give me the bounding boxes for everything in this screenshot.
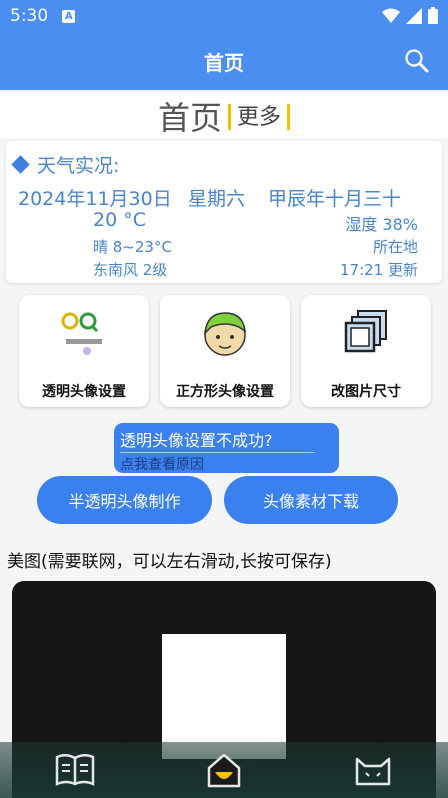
app-bar: 首页 [0,32,448,90]
nav-home[interactable] [202,750,246,790]
help-link[interactable]: 点我查看原因 [120,454,333,474]
qq-transparent-avatar-icon [54,307,114,359]
transparent-avatar-label: 透明头像设置 [42,384,126,400]
search-icon [405,49,429,73]
translucent-avatar-button[interactable]: 半透明头像制作 [37,476,212,524]
resize-image-card[interactable]: 改图片尺寸 [301,295,431,407]
weather-lunar-date: 甲辰年十月三十 [268,188,402,210]
weather-card: 天气实况: 2024年11月30日 星期六 甲辰年十月三十 20 °C 湿度 3… [6,141,442,283]
home-icon [207,753,241,788]
help-divider [120,452,315,453]
square-avatar-icon [195,307,255,359]
square-avatar-card[interactable]: 正方形头像设置 [160,295,290,407]
bottom-nav [0,742,448,798]
cat-icon [355,757,391,786]
tab-bar: 首页 更多 [0,92,448,138]
weather-location: 所在地 [372,238,418,256]
wifi-icon [382,8,400,23]
diamond-bullet-icon [11,155,30,174]
help-bubble[interactable]: 透明头像设置不成功? 点我查看原因 [114,423,339,473]
weather-wind: 东南风 2级 [93,261,168,279]
tab-more[interactable]: 更多 [237,101,281,135]
nav-cat[interactable] [351,750,395,790]
square-avatar-label: 正方形头像设置 [176,384,274,400]
tab-home[interactable]: 首页 [158,98,222,138]
status-time: 5:30 [10,6,49,26]
status-bar: 5:30 A [0,0,448,32]
gallery-image[interactable] [162,634,286,759]
tab-divider-end [287,104,291,130]
weather-weekday: 星期六 [188,188,246,210]
weather-title: 天气实况: [37,155,120,177]
help-question: 透明头像设置不成功? [120,431,273,450]
weather-title-row: 天气实况: [11,151,120,178]
gallery-caption: 美图(需要联网，可以左右滑动,长按可保存) [7,552,332,572]
app-notification-icon: A [62,9,76,23]
page-title: 首页 [204,50,244,75]
tab-divider [228,104,231,130]
signal-icon [406,7,422,24]
battery-icon [428,7,438,24]
avatar-materials-button[interactable]: 头像素材下载 [224,476,398,524]
resize-image-icon [336,307,396,359]
nav-book[interactable] [53,750,97,790]
weather-date: 2024年11月30日 [18,188,172,210]
search-button[interactable] [404,48,430,79]
resize-image-label: 改图片尺寸 [331,384,401,400]
transparent-avatar-card[interactable]: 透明头像设置 [19,295,149,407]
weather-humidity: 湿度 38% [345,215,418,234]
weather-update-time: 17:21 更新 [340,261,418,279]
weather-condition: 晴 8~23°C [93,238,172,256]
weather-temperature: 20 °C [93,209,146,231]
book-icon [55,754,95,786]
